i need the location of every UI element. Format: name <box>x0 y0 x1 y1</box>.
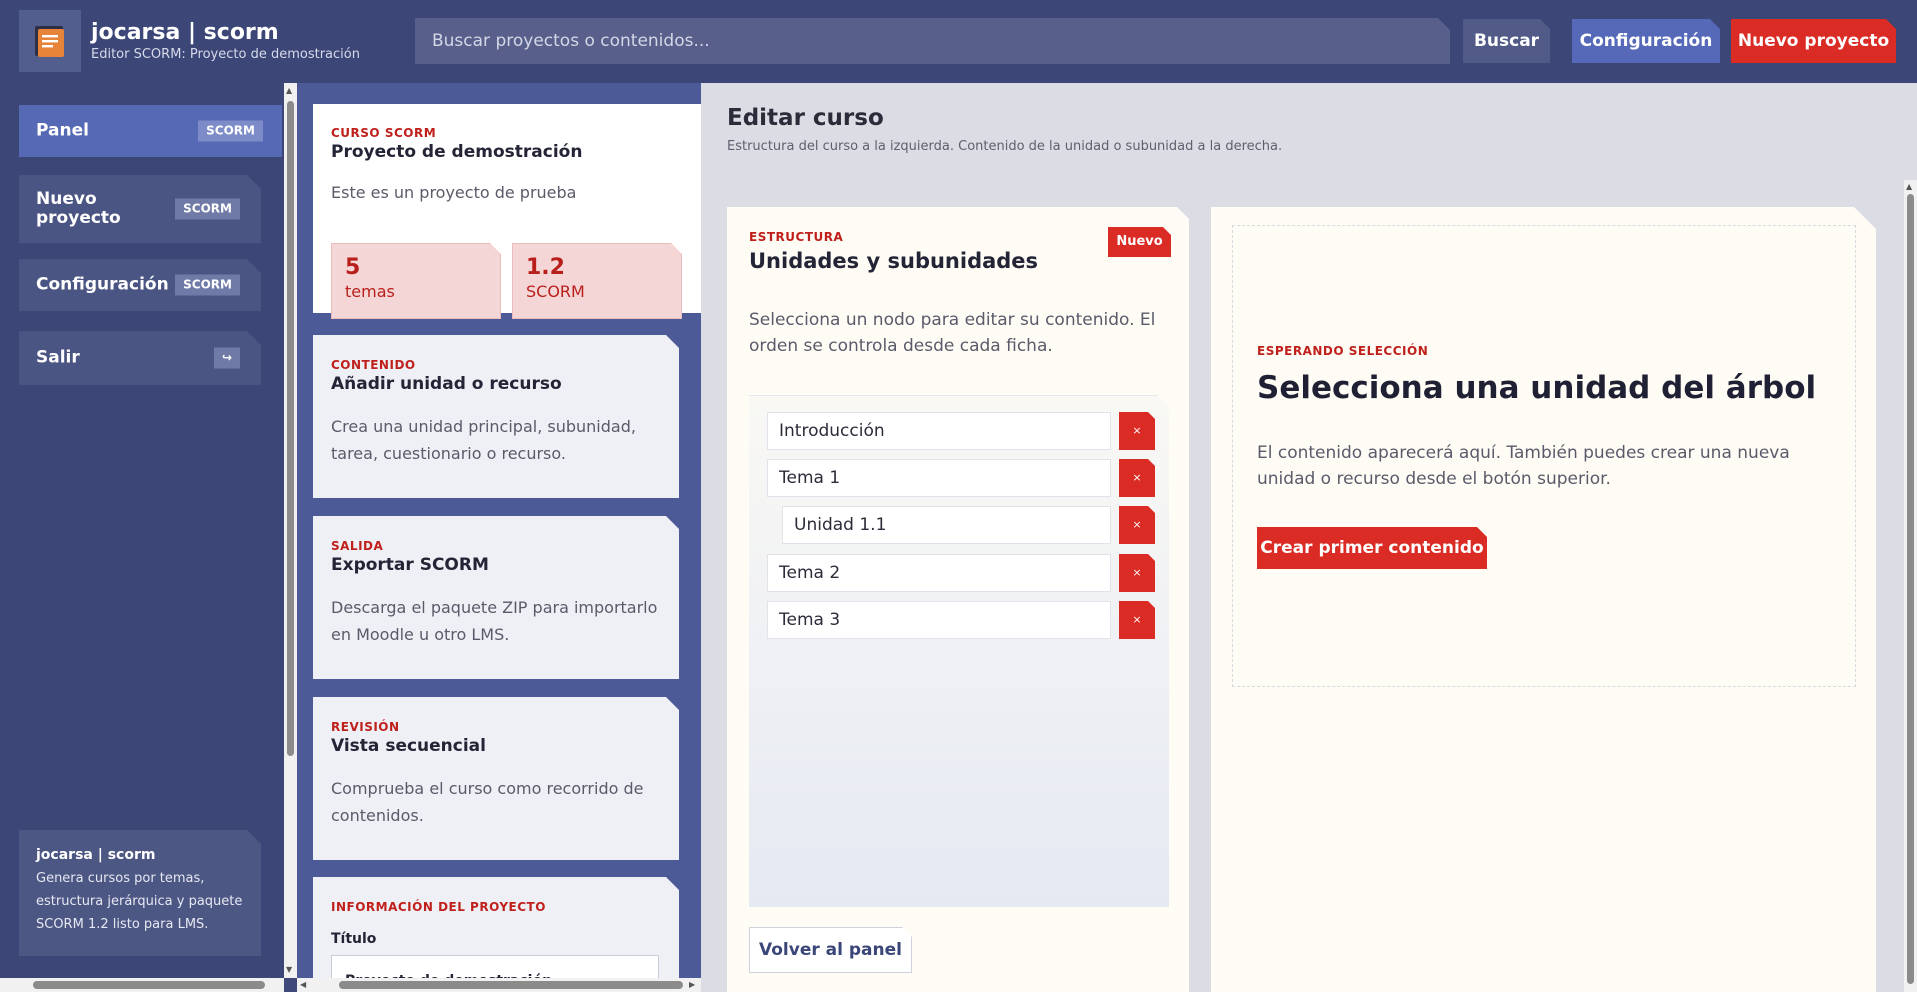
page-subtitle: Estructura del curso a la izquierda. Con… <box>727 139 1283 154</box>
logout-icon: ↪ <box>214 348 240 369</box>
sidebar-item-config[interactable]: Configuración SCORM <box>19 259 261 311</box>
scrollbar-thumb[interactable] <box>33 981 265 989</box>
main-area: Editar curso Estructura del curso a la i… <box>701 83 1917 992</box>
new-project-button[interactable]: Nuevo proyecto <box>1731 19 1896 63</box>
empty-state-title: Selecciona una unidad del árbol <box>1257 370 1817 406</box>
tree-node[interactable]: Tema 3 <box>767 601 1111 639</box>
sequential-view-card[interactable]: REVISIÓN Vista secuencial Comprueba el c… <box>313 697 679 860</box>
sidebar-scrollbar[interactable]: ▲ ▼ <box>284 83 297 978</box>
scrollbar-thumb[interactable] <box>1907 194 1914 984</box>
tree-node[interactable]: Introducción <box>767 412 1111 450</box>
scroll-down-icon[interactable]: ▼ <box>286 964 292 976</box>
course-summary-card: CURSO SCORM Proyecto de demostración Est… <box>313 104 701 313</box>
project-info-card: INFORMACIÓN DEL PROYECTO Título <box>313 877 679 978</box>
delete-node-button[interactable]: × <box>1119 554 1155 592</box>
top-header: jocarsa | scorm Editor SCORM: Proyecto d… <box>0 0 1917 83</box>
structure-title: Unidades y subunidades <box>749 249 1039 273</box>
export-scorm-card[interactable]: SALIDA Exportar SCORM Descarga el paquet… <box>313 516 679 679</box>
scorm-badge: SCORM <box>175 199 240 220</box>
delete-node-button[interactable]: × <box>1119 601 1155 639</box>
sidebar-item-label: Salir <box>36 347 80 368</box>
delete-node-button[interactable]: × <box>1119 459 1155 497</box>
stat-value: 1.2 <box>526 255 565 280</box>
stat-topics: 5 temas <box>331 243 501 319</box>
tree-node[interactable]: Unidad 1.1 <box>782 506 1111 544</box>
structure-panel: ESTRUCTURA Unidades y subunidades Nuevo … <box>727 207 1189 992</box>
card-eyebrow: CURSO SCORM <box>331 126 437 140</box>
app-logo[interactable] <box>19 10 81 72</box>
card-text: Comprueba el curso como recorrido de con… <box>331 779 644 825</box>
card-text: Descarga el paquete ZIP para importarlo … <box>331 598 658 644</box>
sidebar: Panel SCORM Nuevo proyecto SCORM Configu… <box>0 83 284 992</box>
scorm-badge: SCORM <box>198 120 263 142</box>
page-title: Editar curso <box>727 105 884 131</box>
info-title: jocarsa | scorm <box>36 847 156 863</box>
sidebar-item-label: Panel <box>36 120 89 141</box>
document-icon <box>35 26 64 57</box>
scrollbar-thumb[interactable] <box>287 101 294 756</box>
search-input[interactable] <box>415 18 1450 64</box>
delete-node-button[interactable]: × <box>1119 412 1155 450</box>
scroll-up-icon[interactable]: ▲ <box>286 85 292 97</box>
delete-node-button[interactable]: × <box>1119 506 1155 544</box>
stat-label: temas <box>345 282 395 301</box>
course-description: Este es un proyecto de prueba <box>331 183 577 202</box>
card-eyebrow: CONTENIDO <box>331 358 416 372</box>
card-eyebrow: REVISIÓN <box>331 720 400 734</box>
sidebar-item-panel[interactable]: Panel SCORM <box>19 105 282 157</box>
config-button[interactable]: Configuración <box>1572 19 1720 63</box>
structure-help-text: Selecciona un nodo para editar su conten… <box>749 310 1156 356</box>
card-eyebrow: SALIDA <box>331 539 384 553</box>
sidebar-hscrollbar[interactable] <box>0 978 284 992</box>
empty-state-eyebrow: ESPERANDO SELECCIÓN <box>1257 344 1429 358</box>
sidebar-info-card: jocarsa | scorm Genera cursos por temas,… <box>19 830 261 956</box>
app-subtitle: Editor SCORM: Proyecto de demostración <box>91 47 360 62</box>
title-field-label: Título <box>331 931 377 947</box>
stat-scorm-version: 1.2 SCORM <box>512 243 682 319</box>
empty-state: ESPERANDO SELECCIÓN Selecciona una unida… <box>1232 225 1856 687</box>
course-title: Proyecto de demostración <box>331 142 583 162</box>
scrollbar-thumb[interactable] <box>339 981 683 989</box>
sidebar-item-label: Nuevo proyecto <box>36 189 121 228</box>
back-to-panel-button[interactable]: Volver al panel <box>749 927 912 973</box>
sidebar-item-logout[interactable]: Salir ↪ <box>19 331 261 385</box>
card-eyebrow: INFORMACIÓN DEL PROYECTO <box>331 900 546 914</box>
create-first-content-button[interactable]: Crear primer contenido <box>1257 527 1487 569</box>
empty-state-text: El contenido aparecerá aquí. También pue… <box>1257 443 1790 489</box>
scroll-left-icon[interactable]: ◀ <box>300 979 306 991</box>
scorm-badge: SCORM <box>175 275 240 296</box>
sidebar-item-label: Configuración <box>36 274 169 295</box>
sidebar-item-new-project[interactable]: Nuevo proyecto SCORM <box>19 175 261 243</box>
search-button[interactable]: Buscar <box>1463 19 1550 63</box>
tree-node[interactable]: Tema 2 <box>767 554 1111 592</box>
add-unit-card[interactable]: CONTENIDO Añadir unidad o recurso Crea u… <box>313 335 679 498</box>
tree-node[interactable]: Tema 1 <box>767 459 1111 497</box>
search-box <box>415 18 1450 64</box>
stat-value: 5 <box>345 255 361 280</box>
main-scrollbar[interactable]: ▲ <box>1904 180 1917 992</box>
card-title: Vista secuencial <box>331 736 486 756</box>
stat-label: SCORM <box>526 282 585 301</box>
project-column: CURSO SCORM Proyecto de demostración Est… <box>297 83 701 978</box>
app-title: jocarsa | scorm <box>91 20 279 45</box>
project-column-hscrollbar[interactable]: ◀ ▶ <box>297 978 701 992</box>
content-panel: ESPERANDO SELECCIÓN Selecciona una unida… <box>1211 207 1876 992</box>
unit-tree: Introducción × Tema 1 × Unidad 1.1 × Tem… <box>749 395 1169 907</box>
info-text: Genera cursos por temas, estructura jerá… <box>36 871 243 932</box>
structure-eyebrow: ESTRUCTURA <box>749 230 844 244</box>
card-title: Añadir unidad o recurso <box>331 374 562 394</box>
card-text: Crea una unidad principal, subunidad, ta… <box>331 417 636 463</box>
card-title: Exportar SCORM <box>331 555 489 575</box>
scroll-right-icon[interactable]: ▶ <box>689 979 695 991</box>
new-badge[interactable]: Nuevo <box>1108 227 1171 257</box>
title-field[interactable] <box>331 955 659 978</box>
scroll-up-icon[interactable]: ▲ <box>1906 181 1912 193</box>
